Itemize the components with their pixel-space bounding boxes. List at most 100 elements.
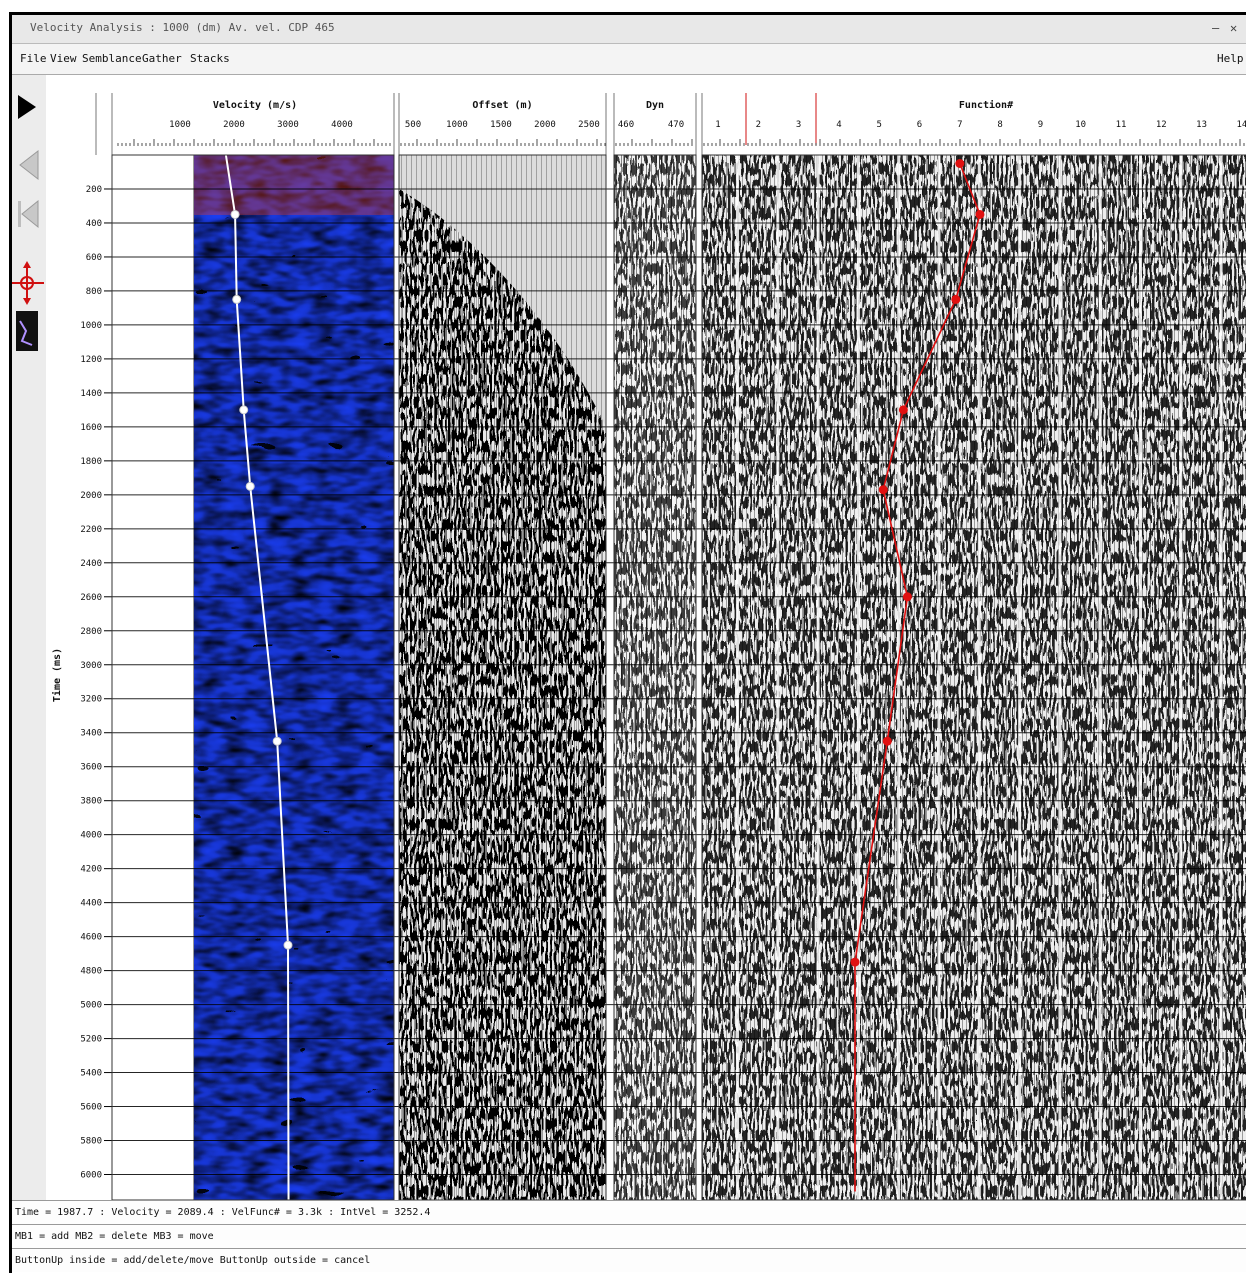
velocity-pick-point[interactable] [232, 294, 242, 304]
tool-strip [10, 75, 47, 1200]
velocity-pick-point[interactable] [272, 736, 282, 746]
time-tick-label: 400 [86, 219, 102, 229]
menu-file[interactable]: File [20, 52, 47, 65]
dyn-axis-label: Dyn [646, 100, 664, 111]
function-tick-label: 9 [1038, 120, 1043, 130]
function-column-divider [937, 155, 941, 1200]
time-tick-label: 3400 [80, 729, 102, 739]
rewind-icon[interactable] [18, 199, 39, 229]
offset-tick-label: 2500 [578, 120, 600, 130]
function-tick-label: 8 [997, 120, 1002, 130]
function-pick-point[interactable] [878, 485, 888, 495]
time-tick-label: 2800 [80, 627, 102, 637]
function-tick-label: 5 [876, 120, 881, 130]
time-tick-label: 2000 [80, 491, 102, 501]
function-tool-icon[interactable] [16, 311, 38, 351]
function-axis-label: Function# [959, 99, 1013, 111]
function-pick-point[interactable] [951, 294, 961, 304]
offset-axis-label: Offset (m) [472, 100, 532, 111]
function-pick-point[interactable] [975, 209, 985, 219]
offset-trace-grid [399, 155, 606, 1200]
minimize-button[interactable]: – [1212, 21, 1219, 35]
analysis-canvas[interactable]: 1 2 3 4 5 6 7 8 9 10 11 12 13 14200400600800100012001… [46, 75, 1246, 1200]
play-icon[interactable] [18, 95, 36, 119]
time-tick-label: 1000 [80, 321, 102, 331]
function-tick-label: 4 [836, 120, 841, 130]
function-column-divider [1179, 155, 1183, 1200]
function-pick-point[interactable] [882, 736, 892, 746]
function-pick-point[interactable] [955, 158, 965, 168]
function-column-divider [736, 155, 739, 1200]
menu-stacks[interactable]: Stacks [190, 52, 230, 65]
time-tick-label: 3800 [80, 797, 102, 807]
window-title: Velocity Analysis : 1000 (dm) Av. vel. C… [30, 21, 335, 34]
button-help-bar: ButtonUp inside = add/delete/move Button… [12, 1248, 1246, 1272]
function-tick-label: 3 [796, 120, 801, 130]
close-button[interactable]: ✕ [1230, 21, 1237, 35]
function-column-divider [1139, 155, 1142, 1200]
function-column-divider [1018, 155, 1022, 1200]
velocity-pick-point[interactable] [239, 405, 249, 415]
function-tick-label: 14 [1236, 120, 1246, 130]
function-tick-label: 7 [957, 120, 962, 130]
time-tick-label: 5200 [80, 1035, 102, 1045]
time-tick-label: 200 [86, 185, 102, 195]
function-tick-label: 2 [756, 120, 761, 130]
function-pick-point[interactable] [898, 405, 908, 415]
time-tick-label: 6000 [80, 1171, 102, 1181]
time-tick-label: 2200 [80, 525, 102, 535]
menu-view[interactable]: View [50, 52, 77, 65]
offset-tick-label: 1500 [490, 120, 512, 130]
velocity-pick-point[interactable] [283, 940, 293, 950]
function-tick-label: 13 [1196, 120, 1207, 130]
time-tick-label: 1400 [80, 389, 102, 399]
time-axis-label: Time (ms) [51, 648, 63, 702]
time-tick-label: 4200 [80, 865, 102, 875]
velocity-pick-point[interactable] [245, 481, 255, 491]
function-column-divider [1219, 155, 1223, 1200]
back-arrow-icon[interactable] [19, 149, 39, 181]
function-pick-point[interactable] [902, 592, 912, 602]
velocity-tick-label: 3000 [277, 120, 299, 130]
time-tick-label: 600 [86, 253, 102, 263]
semblance-blank-zone [111, 154, 195, 1200]
time-tick-label: 1800 [80, 457, 102, 467]
function-column-divider [856, 155, 860, 1200]
analysis-panels[interactable]: 1 2 3 4 5 6 7 8 9 10 11 12 13 14 200 400 600 800 1000 1200 1… [46, 75, 1246, 1200]
title-bar: Velocity Analysis : 1000 (dm) Av. vel. C… [12, 15, 1246, 44]
move-cross-icon[interactable] [10, 261, 44, 305]
menu-bar: File View Semblance Gather Stacks Help [12, 44, 1246, 75]
function-pick-point[interactable] [850, 957, 860, 967]
function-column-divider [816, 155, 820, 1200]
function-tick-label: 6 [917, 120, 922, 130]
time-tick-label: 3000 [80, 661, 102, 671]
function-tick-label: 10 [1075, 120, 1086, 130]
dyn-tick-label: 470 [668, 120, 684, 130]
dyn-trace-lines [614, 155, 696, 1200]
function-column-divider [1098, 155, 1102, 1200]
time-tick-label: 5600 [80, 1103, 102, 1113]
function-column-divider [776, 155, 780, 1200]
time-tick-label: 5000 [80, 1001, 102, 1011]
time-tick-label: 5400 [80, 1069, 102, 1079]
dyn-tick-label: 460 [618, 120, 634, 130]
time-tick-label: 3600 [80, 763, 102, 773]
time-tick-label: 2600 [80, 593, 102, 603]
menu-help[interactable]: Help [1217, 52, 1244, 65]
time-tick-label: 2400 [80, 559, 102, 569]
time-tick-label: 3200 [80, 695, 102, 705]
menu-semblance[interactable]: Semblance [82, 52, 142, 65]
velocity-tick-label: 4000 [331, 120, 353, 130]
function-tick-label: 12 [1156, 120, 1167, 130]
velocity-pick-point[interactable] [230, 209, 240, 219]
function-stack-trace-lines [702, 155, 1246, 1200]
function-column-divider [897, 155, 901, 1200]
function-tick-label: 1 [715, 120, 720, 130]
velocity-tick-label: 2000 [223, 120, 245, 130]
menu-gather[interactable]: Gather [142, 52, 182, 65]
function-column-divider [977, 155, 981, 1200]
time-tick-label: 800 [86, 287, 102, 297]
time-tick-label: 4400 [80, 899, 102, 909]
offset-tick-label: 500 [405, 120, 421, 130]
velocity-tick-label: 1000 [169, 120, 191, 130]
